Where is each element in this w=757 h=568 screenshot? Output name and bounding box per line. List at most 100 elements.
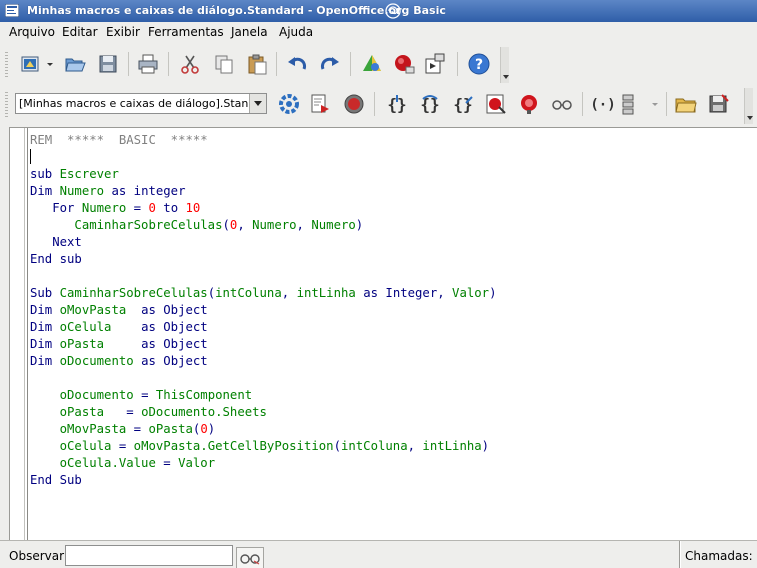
title-bar[interactable]: Minhas macros e caixas de diálogo.Standa… [0, 0, 757, 22]
macro-record-icon [395, 55, 415, 74]
code-token: Dim [30, 303, 53, 317]
code-token: , [237, 218, 253, 232]
import-basic-button[interactable] [674, 92, 698, 116]
step-over-button[interactable]: {} [418, 92, 442, 116]
menu-ajuda[interactable]: Ajuda [279, 25, 313, 39]
step-out-button[interactable]: {} [451, 92, 475, 116]
undo-button[interactable] [285, 52, 309, 76]
code-token: , [437, 286, 453, 300]
code-line[interactable]: End Sub [30, 472, 496, 489]
code-line[interactable]: Sub CaminharSobreCelulas(intColuna, intL… [30, 285, 496, 302]
copy-button[interactable] [212, 52, 236, 76]
help-button[interactable]: ? [467, 52, 491, 76]
code-line[interactable]: ​ [30, 268, 496, 285]
toolbar-overflow-button[interactable] [500, 47, 509, 83]
code-line[interactable]: ​ [30, 370, 496, 387]
print-button[interactable] [136, 52, 160, 76]
code-token: CaminharSobreCelulas [74, 218, 223, 232]
code-line[interactable]: REM ***** BASIC ***** [30, 132, 496, 149]
library-selector-value: [Minhas macros e caixas de diálogo].Stan… [19, 97, 249, 110]
code-line[interactable]: sub Escrever [30, 166, 496, 183]
code-line[interactable]: CaminharSobreCelulas(0, Numero, Numero) [30, 217, 496, 234]
stop-macro-button[interactable] [342, 92, 366, 116]
code-line[interactable]: End sub [30, 251, 496, 268]
code-token: Escrever [59, 167, 119, 181]
toolbar-grip[interactable] [5, 52, 8, 78]
window-menu-icon[interactable] [5, 4, 19, 17]
code-token: ( [222, 218, 230, 232]
chevron-down-icon[interactable] [249, 94, 266, 113]
standard-toolbar: ? [0, 43, 757, 85]
code-line[interactable]: Dim oCelula as Object [30, 319, 496, 336]
code-token: oDocumento [59, 354, 134, 368]
run-basic-icon [311, 94, 329, 113]
code-token: = [126, 201, 149, 215]
code-token: oMovPasta [59, 422, 127, 436]
navigator-button[interactable] [360, 52, 384, 76]
code-line[interactable]: Dim Numero as integer [30, 183, 496, 200]
code-text[interactable]: REM ***** BASIC *****​sub EscreverDim Nu… [30, 132, 496, 489]
export-basic-button[interactable] [707, 92, 731, 116]
code-line[interactable]: Next [30, 234, 496, 251]
cut-button[interactable] [178, 52, 202, 76]
code-line[interactable]: ​ [30, 149, 496, 166]
code-line[interactable]: oPasta = oDocumento.Sheets [30, 404, 496, 421]
manage-breakpoints-button[interactable] [517, 92, 541, 116]
menu-janela[interactable]: Janela [231, 25, 268, 39]
code-token: oPasta [59, 337, 105, 351]
enable-watch-button[interactable] [550, 92, 574, 116]
open-button[interactable] [63, 52, 87, 76]
code-line[interactable]: For Numero = 0 to 10 [30, 200, 496, 217]
toolbar-overflow-button[interactable] [744, 88, 753, 124]
code-line[interactable]: Dim oPasta as Object [30, 336, 496, 353]
menu-ferramentas[interactable]: Ferramentas [148, 25, 224, 39]
code-token: , [296, 218, 312, 232]
menu-editar[interactable]: Editar [62, 25, 98, 39]
code-line[interactable]: oMovPasta = oPasta(0) [30, 421, 496, 438]
code-line[interactable]: oCelula = oMovPasta.GetCellByPosition(in… [30, 438, 496, 455]
code-line[interactable]: Dim oMovPasta as Object [30, 302, 496, 319]
watch-input[interactable] [65, 545, 233, 566]
dialog-button[interactable] [423, 52, 447, 76]
insert-controls-button[interactable] [620, 92, 638, 116]
compile-button[interactable] [277, 92, 301, 116]
code-line[interactable]: Dim oDocumento as Object [30, 353, 496, 370]
window-title: Minhas macros e caixas de diálogo.Standa… [27, 4, 446, 17]
code-line[interactable]: oDocumento = ThisComponent [30, 387, 496, 404]
menu-exibir[interactable]: Exibir [106, 25, 140, 39]
code-token: Valor [178, 456, 216, 470]
breakpoint-gutter[interactable] [10, 128, 28, 540]
code-token: 0 [200, 422, 208, 436]
save-button[interactable] [96, 52, 120, 76]
dialog-icon [425, 53, 445, 74]
code-token: Dim [30, 354, 53, 368]
help-icon: ? [468, 53, 490, 75]
macro-toolbar: [Minhas macros e caixas de diálogo].Stan… [0, 86, 757, 126]
code-token: End sub [30, 252, 82, 266]
code-line[interactable]: oCelula.Value = Valor [30, 455, 496, 472]
insert-controls-dropdown[interactable] [649, 92, 661, 116]
redo-button[interactable] [318, 52, 342, 76]
step-out-icon: {} [453, 95, 473, 114]
new-document-dropdown[interactable] [44, 52, 56, 76]
library-selector[interactable]: [Minhas macros e caixas de diálogo].Stan… [15, 93, 267, 114]
find-parentheses-button[interactable]: (·) [591, 92, 615, 116]
code-token: as Object [133, 354, 208, 368]
new-document-button[interactable] [19, 52, 43, 76]
code-token: Sub [30, 286, 53, 300]
enable-watch-button-bottom[interactable] [236, 547, 264, 568]
toolbar-grip[interactable] [5, 92, 8, 118]
print-icon [138, 54, 158, 74]
code-token: oPasta [148, 422, 193, 436]
code-editor[interactable]: REM ***** BASIC *****​sub EscreverDim Nu… [9, 127, 757, 540]
macro-record-button[interactable] [392, 52, 416, 76]
step-into-button[interactable]: {} [385, 92, 409, 116]
breakpoint-button[interactable] [484, 92, 508, 116]
menu-arquivo[interactable]: Arquivo [9, 25, 55, 39]
pane-divider[interactable] [679, 541, 681, 568]
paste-button[interactable] [245, 52, 269, 76]
run-basic-button[interactable] [308, 92, 332, 116]
